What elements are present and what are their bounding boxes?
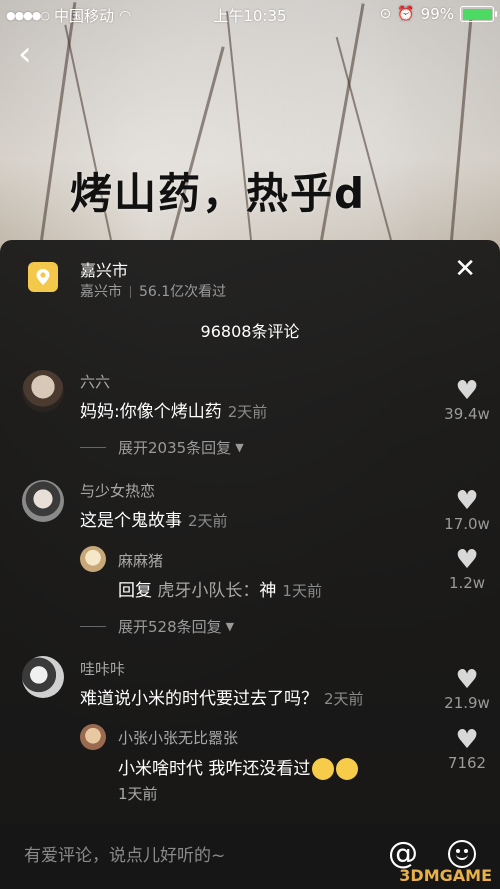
heart-icon: ♥ bbox=[455, 665, 479, 695]
like-button[interactable]: ♥ 21.9w bbox=[437, 666, 497, 712]
reply-body: 小米啥时代 我咋还没看过 bbox=[118, 759, 311, 779]
avatar[interactable] bbox=[80, 724, 106, 750]
location-sub: 嘉兴市 56.1亿次看过 bbox=[80, 281, 226, 301]
battery-icon bbox=[460, 6, 497, 22]
comment-username[interactable]: 六六 bbox=[80, 371, 110, 392]
back-arrow-icon[interactable]: ‹ bbox=[18, 37, 48, 71]
comment-username[interactable]: 哇咔咔 bbox=[80, 658, 125, 679]
expand-label: 展开528条回复 bbox=[118, 618, 222, 636]
location-name: 嘉兴市 bbox=[80, 261, 129, 280]
emoji-icon[interactable] bbox=[448, 840, 476, 868]
comments-panel: 嘉兴市 嘉兴市 56.1亿次看过 ✕ 96808条评论 六六 妈妈:你像个烤山药 2… bbox=[0, 240, 500, 889]
comment-text[interactable]: 这是个鬼故事 2天前 bbox=[80, 506, 228, 531]
reply-username[interactable]: 小张小张无比嚣张 bbox=[118, 727, 238, 748]
expand-replies-button[interactable]: 展开528条回复 ▼ bbox=[80, 616, 234, 637]
comment-time: 2天前 bbox=[188, 512, 228, 530]
alarm-icon: ⏰ bbox=[397, 6, 415, 22]
reply-body: 神 bbox=[259, 581, 277, 601]
reply-to-user[interactable]: 虎牙小队长： bbox=[157, 581, 259, 601]
comment-count: 96808条评论 bbox=[200, 322, 300, 341]
like-count: 17.0w bbox=[444, 515, 490, 533]
location-row[interactable]: 嘉兴市 嘉兴市 56.1亿次看过 ✕ bbox=[0, 240, 500, 310]
location-pin-icon bbox=[28, 262, 58, 292]
watermark: 3DMGAME bbox=[399, 866, 492, 885]
comment-username[interactable]: 与少女热恋 bbox=[80, 480, 155, 501]
comment-time: 2天前 bbox=[227, 403, 268, 421]
like-count: 21.9w bbox=[444, 694, 490, 712]
like-count: 7162 bbox=[447, 754, 487, 772]
like-button[interactable]: ♥ 7162 bbox=[437, 726, 497, 772]
avatar[interactable] bbox=[22, 480, 64, 522]
reply-text[interactable]: 小米啥时代 我咋还没看过 bbox=[118, 754, 359, 780]
expand-replies-button[interactable]: 展开2035条回复 ▼ bbox=[80, 437, 244, 458]
comment-input-bar: @ 3DMGAME bbox=[0, 824, 500, 889]
like-count: 1.2w bbox=[448, 574, 486, 592]
rotation-lock-icon: ⊙ bbox=[379, 6, 392, 22]
reply-time: 1天前 bbox=[282, 582, 322, 600]
heart-icon: ♥ bbox=[455, 486, 479, 516]
chevron-down-icon: ▼ bbox=[235, 441, 244, 454]
heart-icon: ♥ bbox=[455, 376, 479, 406]
location-subcity: 嘉兴市 bbox=[80, 284, 122, 300]
like-button[interactable]: ♥ 1.2w bbox=[437, 546, 497, 592]
like-button[interactable]: ♥ 17.0w bbox=[437, 487, 497, 533]
comment-body: 难道说小米的时代要过去了吗？ bbox=[80, 689, 318, 709]
like-count: 39.4w bbox=[444, 405, 490, 423]
battery-percent: 99% bbox=[420, 5, 454, 23]
comment-body: 妈妈:你像个烤山药 bbox=[80, 402, 222, 422]
location-views: 56.1亿次看过 bbox=[139, 284, 227, 300]
reply-prefix: 回复 bbox=[118, 581, 152, 601]
reply-text[interactable]: 回复 虎牙小队长：神 1天前 bbox=[118, 576, 322, 601]
avatar[interactable] bbox=[22, 370, 64, 412]
close-icon[interactable]: ✕ bbox=[454, 256, 476, 282]
comment-input[interactable] bbox=[24, 846, 344, 866]
heart-icon: ♥ bbox=[455, 725, 479, 755]
avatar[interactable] bbox=[80, 546, 106, 572]
comment-text[interactable]: 妈妈:你像个烤山药 2天前 bbox=[80, 397, 267, 422]
reply-time: 1天前 bbox=[118, 785, 158, 803]
comment-text[interactable]: 难道说小米的时代要过去了吗？ 2天前 bbox=[80, 684, 364, 709]
comment-time: 2天前 bbox=[324, 690, 364, 708]
expand-label: 展开2035条回复 bbox=[118, 439, 232, 457]
like-button[interactable]: ♥ 39.4w bbox=[437, 377, 497, 423]
chevron-down-icon: ▼ bbox=[225, 620, 235, 633]
reply-username[interactable]: 麻麻猪 bbox=[118, 550, 163, 571]
emoji-icon-inline bbox=[336, 758, 359, 780]
status-bar: ●●●●○ 中国移动 ◠ 上午10:35 ⊙ ⏰ 99% bbox=[0, 0, 500, 30]
video-title: 烤山药，热乎d bbox=[70, 169, 367, 218]
heart-icon: ♥ bbox=[455, 545, 479, 575]
comment-body: 这是个鬼故事 bbox=[80, 511, 182, 531]
emoji-icon-inline bbox=[312, 758, 335, 780]
avatar[interactable] bbox=[22, 656, 64, 698]
